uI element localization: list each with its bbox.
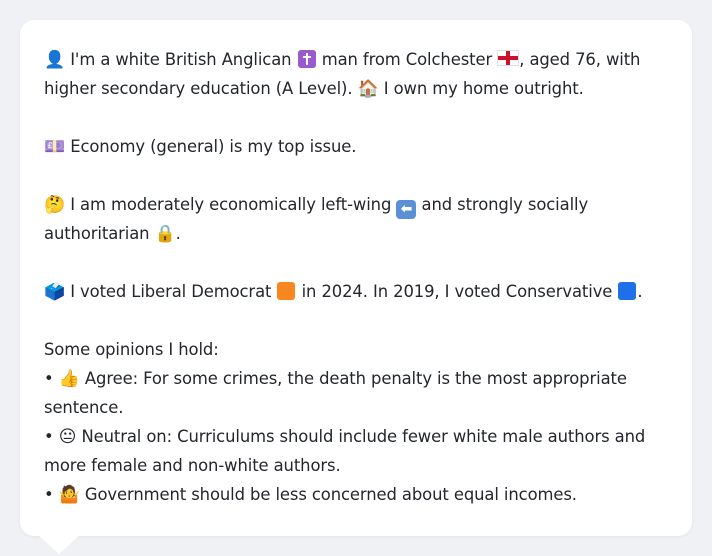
bubble-tail <box>38 535 80 554</box>
ballot-box-icon: 🗳️ <box>44 282 66 302</box>
politics-paragraph: 🤔 I am moderately economically left-wing… <box>44 190 668 248</box>
politics-text-3: authoritarian <box>44 224 150 243</box>
opinion-text: Neutral on: Curriculums should include f… <box>44 427 646 475</box>
bullet: • <box>44 369 54 388</box>
vote-text-2: in 2024. In 2019, I voted Conservative <box>301 282 613 301</box>
orange-square-icon <box>277 282 296 300</box>
thinking-face-icon: 🤔 <box>44 195 66 215</box>
vote-paragraph: 🗳️ I voted Liberal Democrat in 2024. In … <box>44 277 668 306</box>
bullet: • <box>44 427 54 446</box>
left-arrow-icon: ⬅ <box>396 200 417 219</box>
identity-paragraph: 👤 I'm a white British Anglican man from … <box>44 45 668 103</box>
identity-text-3: , aged 76, with <box>519 50 641 69</box>
identity-text-2: man from Colchester <box>321 50 493 69</box>
opinion-item: • 👍 Agree: For some crimes, the death pe… <box>44 364 668 422</box>
shrug-icon: 🤷 <box>58 485 80 505</box>
vote-text-1: I voted Liberal Democrat <box>70 282 272 301</box>
opinion-item: • 😐 Neutral on: Curriculums should inclu… <box>44 422 668 480</box>
lock-icon: 🔒 <box>154 224 176 244</box>
pound-banknote-icon: 💷 <box>44 137 66 157</box>
politics-text-1: I am moderately economically left-wing <box>70 195 392 214</box>
latin-cross-icon <box>297 50 316 68</box>
issue-paragraph: 💷 Economy (general) is my top issue. <box>44 132 668 161</box>
identity-text-5: I own my home outright. <box>383 79 584 98</box>
opinion-text: Government should be less concerned abou… <box>84 485 577 504</box>
person-icon: 👤 <box>44 50 66 70</box>
persona-message-bubble: 👤 I'm a white British Anglican man from … <box>20 20 692 536</box>
politics-text-4: . <box>175 224 181 243</box>
neutral-face-icon: 😐 <box>58 427 77 447</box>
england-flag-icon <box>497 50 520 66</box>
blue-square-icon <box>618 282 637 300</box>
persona-description: 👤 I'm a white British Anglican man from … <box>44 45 668 509</box>
vote-text-3: . <box>637 282 643 301</box>
bullet: • <box>44 485 54 504</box>
house-icon: 🏠 <box>357 79 379 99</box>
opinion-text: Agree: For some crimes, the death penalt… <box>44 369 627 417</box>
opinion-item: • 🤷 Government should be less concerned … <box>44 480 668 509</box>
opinions-heading: Some opinions I hold: <box>44 340 219 359</box>
thumbs-up-icon: 👍 <box>58 369 80 389</box>
identity-text-1: I'm a white British Anglican <box>70 50 292 69</box>
identity-text-4: higher secondary education (A Level). <box>44 79 353 98</box>
issue-text: Economy (general) is my top issue. <box>70 137 357 156</box>
politics-text-2: and strongly socially <box>421 195 589 214</box>
